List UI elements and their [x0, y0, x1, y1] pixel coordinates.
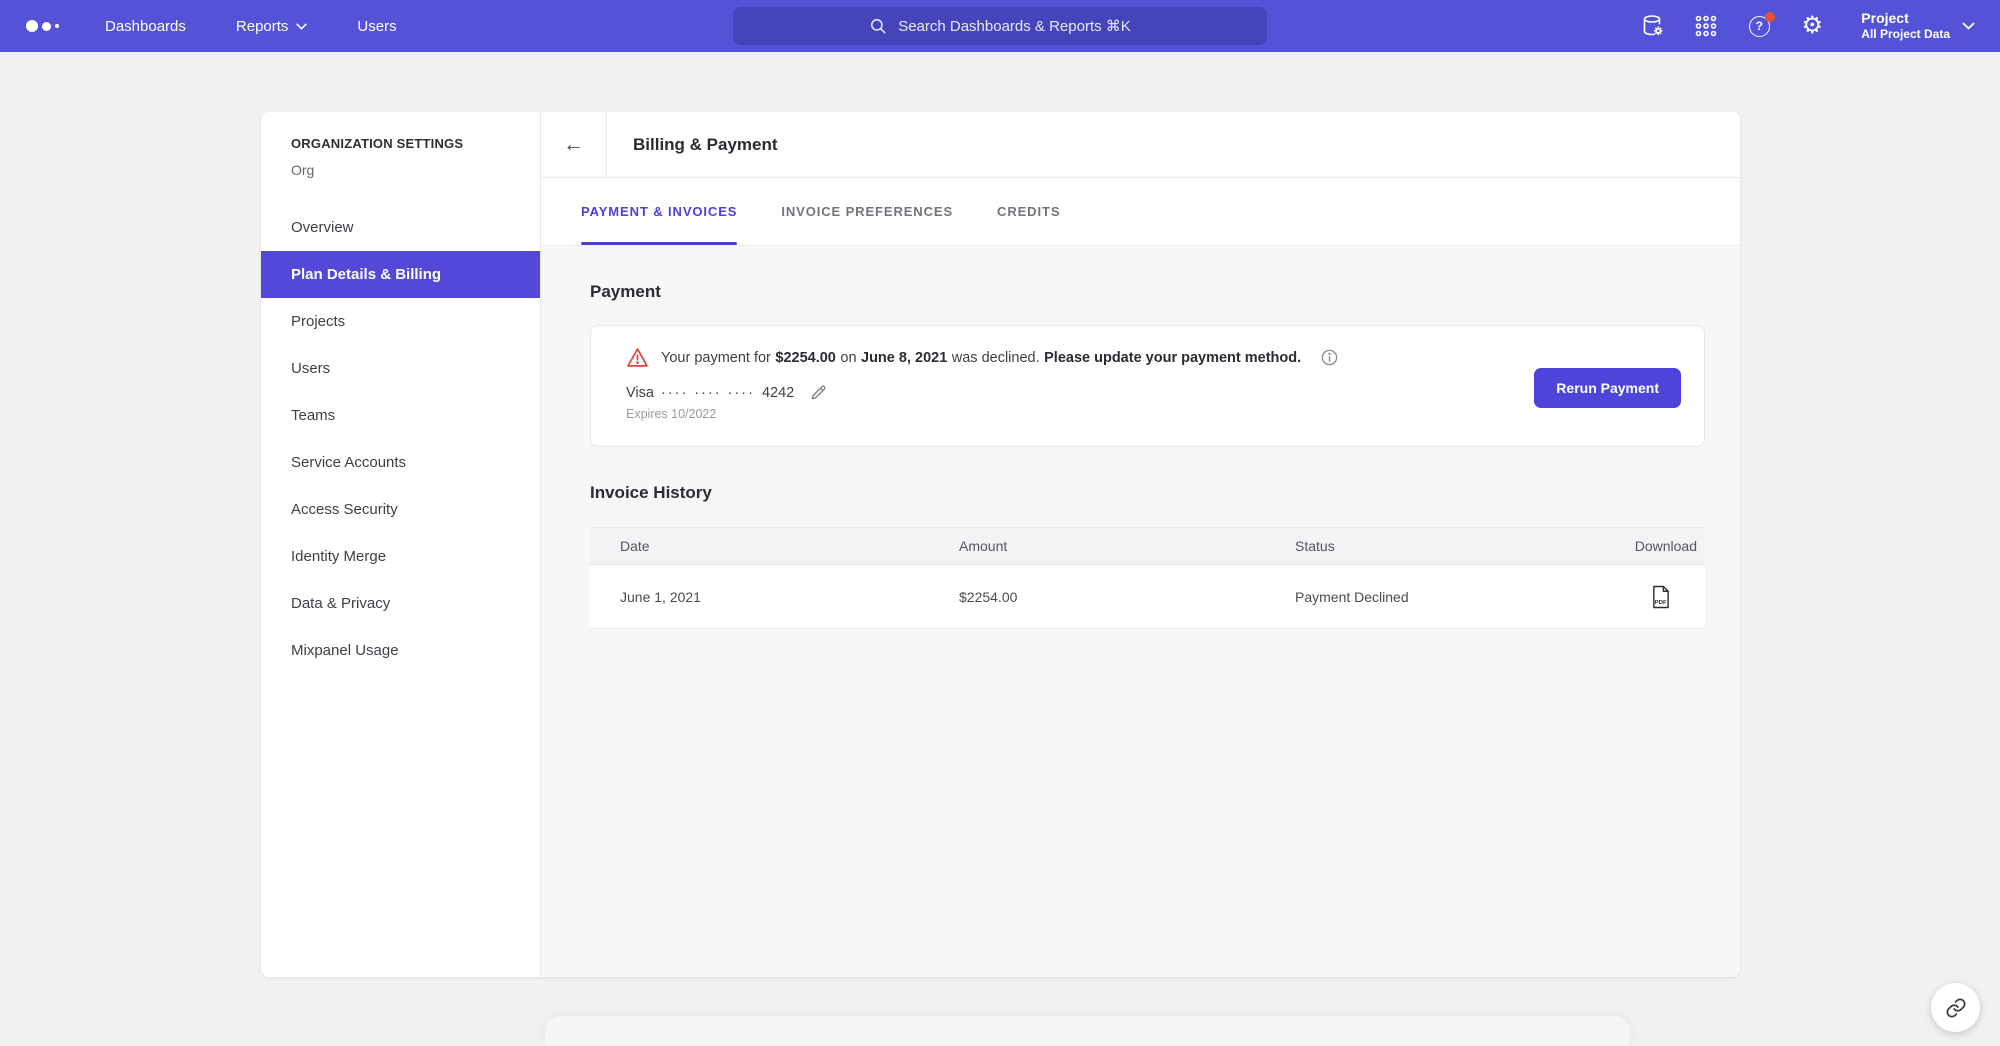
- warning-triangle-icon: [626, 347, 649, 368]
- payment-declined-message: Your payment for$2254.00onJune 8, 2021wa…: [626, 347, 1680, 368]
- mixpanel-logo-icon[interactable]: [26, 20, 59, 32]
- settings-panel: ORGANIZATION SETTINGS Org Overview Plan …: [261, 112, 1740, 977]
- column-download: Download: [1635, 538, 1697, 554]
- page-title: Billing & Payment: [607, 112, 778, 177]
- invoice-date: June 1, 2021: [620, 589, 959, 605]
- search-input[interactable]: Search Dashboards & Reports ⌘K: [733, 7, 1267, 45]
- share-link-button[interactable]: [1931, 983, 1980, 1032]
- column-date: Date: [620, 538, 959, 554]
- settings-gear-icon[interactable]: ⚙: [1800, 14, 1824, 38]
- edit-pencil-icon[interactable]: [809, 383, 828, 402]
- link-icon: [1945, 997, 1967, 1019]
- sidebar-item-data-privacy[interactable]: Data & Privacy: [261, 580, 540, 627]
- card-expiry: Expires 10/2022: [626, 407, 1680, 421]
- page-header: ← Billing & Payment: [541, 112, 1740, 178]
- svg-text:PDF: PDF: [1655, 600, 1667, 606]
- nav-links: Dashboards Reports Users: [105, 18, 397, 35]
- sidebar-title: ORGANIZATION SETTINGS: [291, 136, 540, 151]
- billing-main: ← Billing & Payment PAYMENT & INVOICES I…: [541, 112, 1740, 977]
- sidebar-item-service-accounts[interactable]: Service Accounts: [261, 439, 540, 486]
- tab-credits[interactable]: CREDITS: [997, 178, 1060, 245]
- nav-link-users[interactable]: Users: [357, 18, 396, 35]
- org-name: Org: [291, 162, 540, 178]
- nav-link-reports[interactable]: Reports: [236, 18, 308, 35]
- card-last4: 4242: [762, 385, 794, 401]
- sidebar-items: Overview Plan Details & Billing Projects…: [261, 204, 540, 674]
- sidebar-item-access-security[interactable]: Access Security: [261, 486, 540, 533]
- sidebar-item-mixpanel-usage[interactable]: Mixpanel Usage: [261, 627, 540, 674]
- invoice-row: June 1, 2021 $2254.00 Payment Declined P…: [590, 565, 1705, 629]
- invoice-table-header: Date Amount Status Download: [590, 527, 1705, 565]
- tab-payment-invoices[interactable]: PAYMENT & INVOICES: [581, 178, 737, 245]
- card-brand: Visa: [626, 385, 654, 401]
- sidebar-item-overview[interactable]: Overview: [261, 204, 540, 251]
- nav-link-dashboards[interactable]: Dashboards: [105, 18, 186, 35]
- sidebar-item-identity-merge[interactable]: Identity Merge: [261, 533, 540, 580]
- apps-grid-icon[interactable]: [1694, 14, 1718, 38]
- help-icon[interactable]: ?: [1747, 14, 1771, 38]
- project-selector[interactable]: Project All Project Data: [1861, 10, 1975, 43]
- top-navbar: Dashboards Reports Users Search Dashboar…: [0, 0, 2000, 52]
- sidebar-item-teams[interactable]: Teams: [261, 392, 540, 439]
- payment-warning-card: Your payment for$2254.00onJune 8, 2021wa…: [590, 325, 1705, 447]
- chevron-down-icon: [1962, 22, 1975, 30]
- sidebar-item-plan-details-billing[interactable]: Plan Details & Billing: [261, 251, 540, 298]
- payment-method: Visa ···· ···· ···· 4242: [626, 383, 1680, 402]
- payment-section-title: Payment: [590, 282, 1705, 302]
- tab-invoice-preferences[interactable]: INVOICE PREFERENCES: [781, 178, 953, 245]
- back-button[interactable]: ←: [541, 112, 607, 177]
- tab-content: Payment Your payment for$2254.00onJune 8…: [541, 246, 1740, 977]
- back-arrow-icon: ←: [563, 133, 584, 157]
- chevron-down-icon: [296, 23, 307, 30]
- column-status: Status: [1295, 538, 1607, 554]
- invoice-amount: $2254.00: [959, 589, 1295, 605]
- invoice-status: Payment Declined: [1295, 589, 1607, 605]
- sidebar-item-users[interactable]: Users: [261, 345, 540, 392]
- billing-tabs: PAYMENT & INVOICES INVOICE PREFERENCES C…: [541, 178, 1740, 246]
- info-icon[interactable]: [1320, 348, 1339, 367]
- invoice-history-title: Invoice History: [590, 483, 1705, 503]
- navbar-right: ? ⚙ Project All Project Data: [1641, 0, 1975, 52]
- search-icon: [869, 17, 887, 35]
- project-value: All Project Data: [1861, 27, 1950, 42]
- sidebar-item-projects[interactable]: Projects: [261, 298, 540, 345]
- column-amount: Amount: [959, 538, 1295, 554]
- bottom-sheet-shadow: [545, 1016, 1630, 1046]
- data-management-icon[interactable]: [1641, 14, 1665, 38]
- search-placeholder: Search Dashboards & Reports ⌘K: [898, 17, 1131, 35]
- org-settings-sidebar: ORGANIZATION SETTINGS Org Overview Plan …: [261, 112, 541, 977]
- pdf-download-icon[interactable]: PDF: [1650, 585, 1671, 609]
- notification-badge: [1765, 12, 1775, 22]
- project-label: Project: [1861, 10, 1908, 28]
- rerun-payment-button[interactable]: Rerun Payment: [1534, 368, 1681, 408]
- invoice-table: Date Amount Status Download June 1, 2021…: [590, 527, 1705, 629]
- card-masked-digits: ···· ···· ····: [661, 385, 755, 401]
